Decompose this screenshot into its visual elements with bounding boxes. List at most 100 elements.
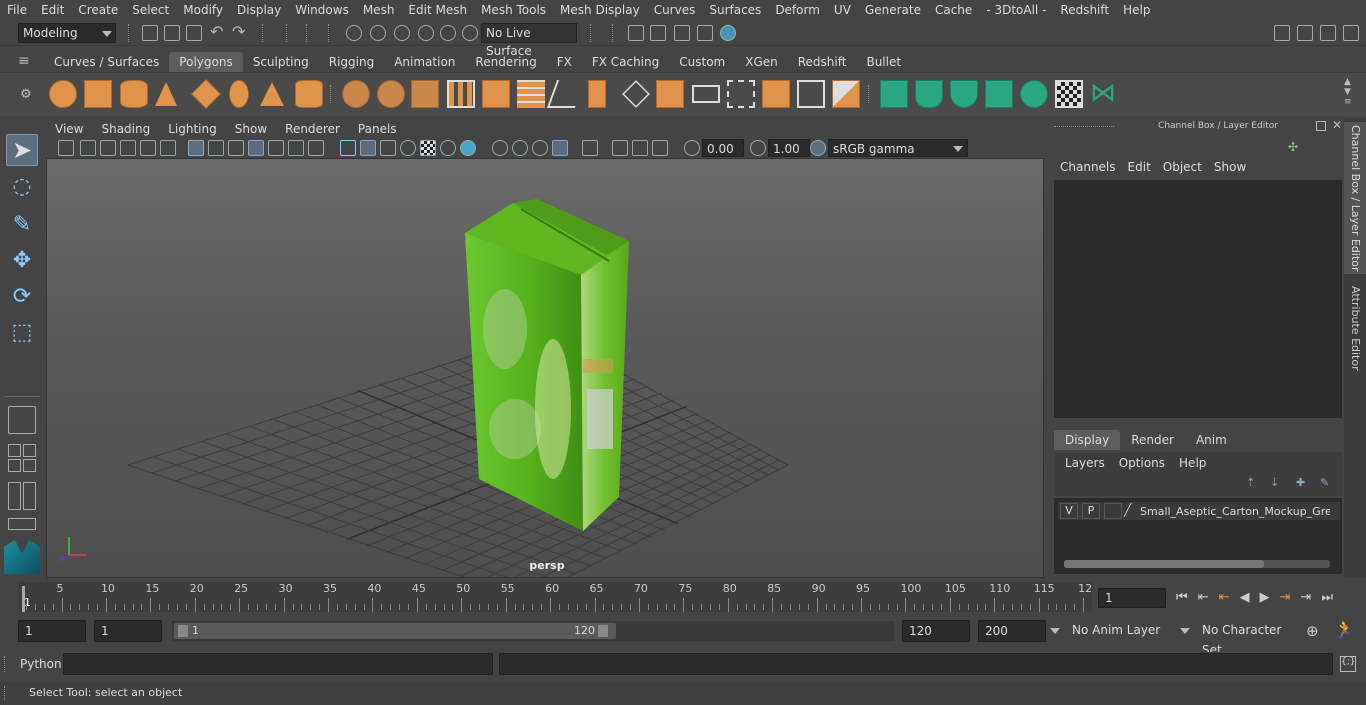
cylindrical-uv-icon[interactable]	[915, 80, 943, 108]
menu-select[interactable]: Select	[125, 0, 176, 20]
spherical-uv-icon[interactable]	[950, 80, 978, 108]
playback-end-field[interactable]: 120	[902, 620, 970, 642]
viewport-menu-show[interactable]: Show	[226, 122, 276, 136]
exposure-icon[interactable]	[684, 140, 700, 156]
layer-scrollbar[interactable]	[1064, 560, 1330, 568]
undo-icon[interactable]: ↶	[210, 24, 226, 41]
poly-sphere-icon[interactable]	[49, 80, 77, 108]
layer-color-icon[interactable]: ╱	[1124, 503, 1140, 519]
shelf-menu-icon[interactable]: ≡	[18, 54, 34, 70]
menu-generate[interactable]: Generate	[858, 0, 928, 20]
viewport-menu-view[interactable]: View	[46, 122, 92, 136]
grid-toggle-icon[interactable]	[188, 140, 204, 156]
new-scene-icon[interactable]	[142, 25, 158, 41]
make-live-icon[interactable]	[462, 25, 478, 41]
playback-start-field[interactable]: 1	[94, 620, 162, 642]
isolate-select-icon[interactable]	[582, 140, 598, 156]
poly-cylinder-icon[interactable]	[120, 80, 148, 108]
bevel-cube-icon[interactable]	[482, 80, 510, 108]
2d-pan-zoom-icon[interactable]	[140, 140, 156, 156]
layer-name[interactable]: Small_Aseptic_Carton_Mockup_Green	[1140, 505, 1330, 518]
new-layer-selected-icon[interactable]: ✎	[1320, 476, 1334, 489]
smooth-shade-icon[interactable]	[360, 140, 376, 156]
checker-icon[interactable]	[1055, 80, 1083, 108]
live-surface-field[interactable]: No Live Surface	[481, 23, 577, 58]
menu-create[interactable]: Create	[71, 0, 125, 20]
scale-tool-icon[interactable]: ⬚	[6, 318, 38, 350]
carton-model[interactable]	[465, 199, 629, 531]
anim-layer-dropdown[interactable]: No Anim Layer	[1066, 620, 1170, 642]
poly-plane-icon[interactable]	[191, 79, 221, 109]
snap-view-plane-icon[interactable]	[440, 25, 456, 41]
show-attribute-editor-icon[interactable]	[1297, 25, 1313, 41]
mirror-icon[interactable]	[447, 80, 475, 108]
tab-attribute-editor[interactable]: Attribute Editor	[1344, 284, 1366, 372]
snap-grid-icon[interactable]	[346, 25, 362, 41]
shadows-icon[interactable]	[460, 140, 476, 156]
ipr-render-icon[interactable]	[674, 25, 690, 41]
gamma-icon[interactable]	[750, 140, 766, 156]
fill-hole-icon[interactable]	[656, 80, 684, 108]
layer-menu-options[interactable]: Options	[1112, 456, 1172, 470]
range-slider-handle[interactable]: 1 120	[174, 623, 616, 639]
step-back-frame-icon[interactable]: ⇤	[1219, 590, 1230, 605]
play-forward-icon[interactable]: ▶	[1260, 590, 1270, 605]
camera-attributes-icon[interactable]	[80, 140, 96, 156]
multi-cut-icon[interactable]	[546, 80, 586, 108]
anti-aliasing-icon[interactable]	[532, 140, 548, 156]
menu-curves[interactable]: Curves	[647, 0, 703, 20]
tab-channel-box-layer-editor[interactable]: Channel Box / Layer Editor	[1344, 122, 1366, 274]
exposure-field[interactable]: 0.00	[702, 139, 744, 157]
viewport-menu-renderer[interactable]: Renderer	[276, 122, 349, 136]
use-all-lights-icon[interactable]	[440, 140, 456, 156]
step-forward-frame-icon[interactable]: ⇥	[1280, 590, 1291, 605]
combine-icon[interactable]	[342, 80, 370, 108]
go-to-start-icon[interactable]: ⏮	[1176, 590, 1188, 605]
poly-cone-icon[interactable]	[155, 82, 177, 106]
smooth-icon[interactable]	[411, 80, 439, 108]
time-slider[interactable]: 1 5 10 15 20 25 30 35 40 45 50 55 60 65 70 75 80 85 90 95 1…	[0, 580, 1366, 614]
poly-torus-icon[interactable]	[229, 80, 249, 108]
planar-uv-icon[interactable]	[880, 80, 908, 108]
range-start-grip[interactable]	[178, 625, 188, 637]
channelbox-menu-channels[interactable]: Channels	[1054, 160, 1122, 174]
wireframe-on-shaded-icon[interactable]	[400, 140, 416, 156]
menu-cache[interactable]: Cache	[928, 0, 979, 20]
script-editor-icon[interactable]: {;}	[1340, 656, 1356, 672]
render-view-icon[interactable]	[628, 25, 644, 41]
chevron-down-icon[interactable]	[1180, 628, 1190, 634]
layer-menu-help[interactable]: Help	[1172, 456, 1213, 470]
float-panel-icon[interactable]	[1316, 121, 1326, 131]
tab-xgen[interactable]: XGen	[735, 52, 788, 72]
chevron-down-icon[interactable]	[1050, 628, 1060, 634]
viewport-menu-panels[interactable]: Panels	[349, 122, 406, 136]
snap-point-icon[interactable]	[394, 25, 410, 41]
command-language-label[interactable]: Python	[20, 657, 62, 671]
menu-modify[interactable]: Modify	[176, 0, 230, 20]
menu-3dtoall[interactable]: - 3DtoAll -	[979, 0, 1053, 20]
show-channel-box-icon[interactable]	[1343, 25, 1359, 41]
rotate-tool-icon[interactable]: ⟳	[6, 282, 38, 314]
menu-file[interactable]: File	[0, 0, 34, 20]
tab-fx-caching[interactable]: FX Caching	[582, 52, 669, 72]
tab-fx[interactable]: FX	[547, 52, 582, 72]
wireframe-icon[interactable]	[340, 140, 356, 156]
viewport-menu-shading[interactable]: Shading	[92, 122, 159, 136]
step-back-key-icon[interactable]: ⇤	[1198, 590, 1209, 605]
use-default-material-icon[interactable]	[380, 140, 396, 156]
menu-uv[interactable]: UV	[827, 0, 858, 20]
screen-space-ao-icon[interactable]	[492, 140, 508, 156]
menu-edit-mesh[interactable]: Edit Mesh	[401, 0, 474, 20]
booleans-icon[interactable]	[832, 80, 860, 108]
go-to-end-icon[interactable]: ⏭	[1321, 590, 1333, 605]
xray-components-icon[interactable]	[652, 140, 668, 156]
tab-curves-surfaces[interactable]: Curves / Surfaces	[44, 52, 169, 72]
move-layer-up-icon[interactable]: ⇡	[1246, 476, 1260, 489]
tab-custom[interactable]: Custom	[669, 52, 735, 72]
color-management-icon[interactable]	[810, 140, 826, 156]
layer-menu-layers[interactable]: Layers	[1058, 456, 1112, 470]
separate-icon[interactable]	[377, 80, 405, 108]
axis-icon[interactable]: ✣	[1288, 140, 1302, 154]
colorspace-dropdown[interactable]: sRGB gamma	[828, 139, 968, 157]
current-time-indicator[interactable]	[22, 586, 25, 612]
